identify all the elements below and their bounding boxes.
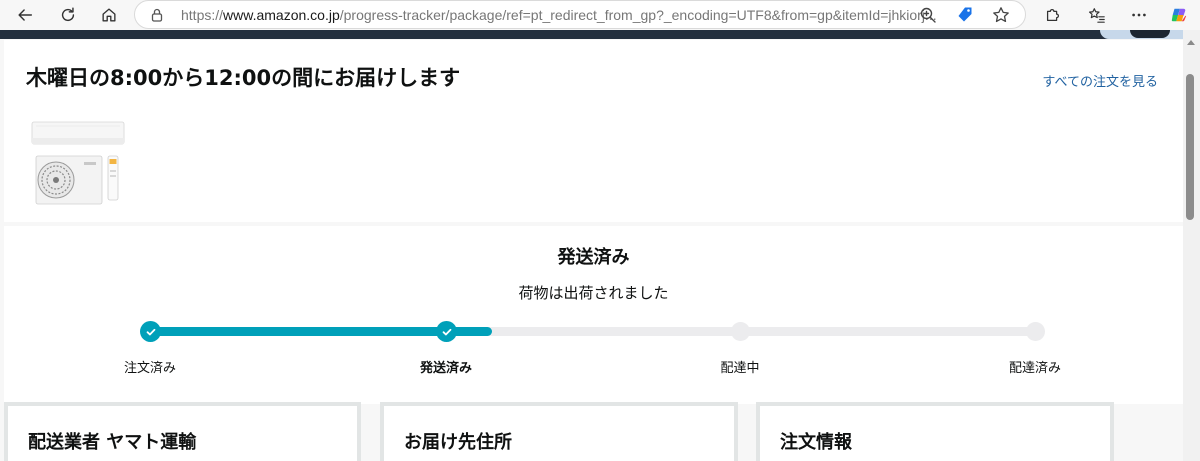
carrier-title: 配送業者 ヤマト運輸: [28, 432, 197, 453]
copilot-icon: [1171, 8, 1187, 22]
more-dots-icon: [1132, 13, 1146, 17]
site-nav-strip: [0, 30, 1183, 39]
status-subtitle: 荷物は出荷されました: [518, 284, 669, 302]
all-orders-link[interactable]: すべての注文を見る: [1042, 71, 1158, 90]
step-shipped-check-icon: [436, 321, 457, 342]
step-delivered-dot: [1026, 322, 1045, 341]
order-info-title: 注文情報: [780, 432, 852, 453]
product-image[interactable]: [30, 118, 126, 208]
back-arrow-icon: [18, 9, 33, 21]
scroll-up-arrow-icon[interactable]: [1187, 40, 1195, 45]
browser-toolbar: https://www.amazon.co.jp/progress-tracke…: [0, 0, 1200, 30]
address-bar[interactable]: https://www.amazon.co.jp/progress-tracke…: [134, 0, 1026, 29]
favorites-list-icon: [1088, 8, 1105, 23]
shipping-address-title: お届け先住所: [404, 432, 512, 453]
favorite-star-icon[interactable]: [992, 6, 1010, 24]
site-nav-accent-dark: [1130, 30, 1170, 38]
puzzle-icon: [1046, 8, 1060, 22]
copilot-button[interactable]: [1166, 2, 1192, 28]
coupon-tag-icon[interactable]: [956, 6, 974, 24]
delivery-estimate-heading: 木曜日の8:00から12:00の間にお届けします: [26, 66, 461, 90]
scrollbar-thumb[interactable]: [1186, 74, 1194, 220]
step-label-delivered: 配達済み: [1008, 361, 1062, 376]
shipping-address-card: お届け先住所: [380, 402, 738, 461]
extensions-button[interactable]: [1040, 2, 1066, 28]
step-label-in-transit: 配達中: [720, 361, 760, 376]
refresh-button[interactable]: [55, 2, 81, 28]
order-info-card: 注文情報: [756, 402, 1114, 461]
home-icon: [102, 8, 116, 22]
zoom-icon[interactable]: [919, 6, 937, 24]
step-in-transit-dot: [731, 322, 750, 341]
step-label-ordered: 注文済み: [123, 361, 177, 376]
home-button[interactable]: [96, 2, 122, 28]
lock-icon[interactable]: [149, 7, 165, 23]
refresh-icon: [61, 7, 75, 22]
status-heading: 発送済み: [557, 247, 630, 268]
carrier-card: 配送業者 ヤマト運輸: [4, 402, 361, 461]
step-label-shipped: 発送済み: [419, 361, 473, 376]
more-menu-button[interactable]: [1126, 2, 1152, 28]
favorites-button[interactable]: [1084, 2, 1110, 28]
back-button[interactable]: [12, 2, 38, 28]
step-ordered-check-icon: [140, 321, 161, 342]
url-text[interactable]: https://www.amazon.co.jp/progress-tracke…: [181, 7, 937, 23]
